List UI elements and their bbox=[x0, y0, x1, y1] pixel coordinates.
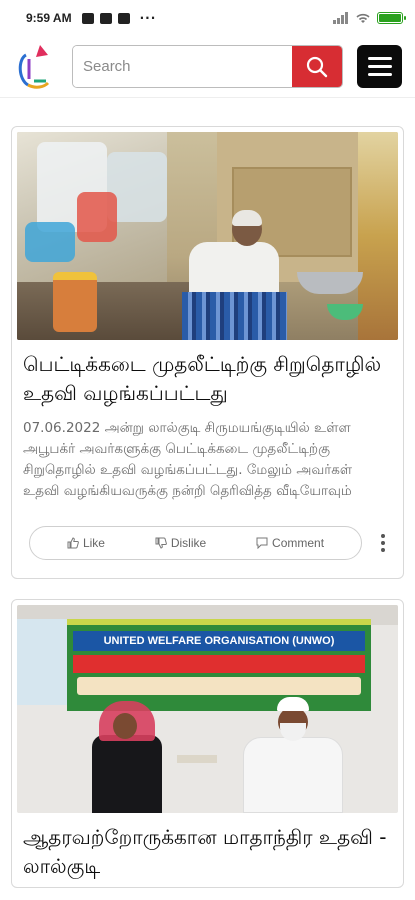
app-icon bbox=[117, 12, 130, 24]
app-header bbox=[0, 36, 415, 98]
post-card[interactable]: UNITED WELFARE ORGANISATION (UNWO) ஆதரவற… bbox=[11, 599, 404, 888]
status-bar: 9:59 AM ··· bbox=[0, 0, 415, 36]
vertical-dots-icon bbox=[381, 534, 385, 538]
hamburger-line bbox=[367, 57, 392, 60]
comment-button[interactable]: Comment bbox=[256, 536, 324, 550]
menu-button[interactable] bbox=[357, 45, 402, 88]
search-bar bbox=[72, 45, 343, 88]
more-options-button[interactable] bbox=[368, 534, 398, 552]
post-feed: பெட்டிக்கடை முதலீட்டிற்கு சிறுதொழில் உதவ… bbox=[0, 98, 415, 888]
post-title[interactable]: ஆதரவற்றோருக்கான மாதாந்திர உதவி - லால்குட… bbox=[17, 813, 398, 887]
dislike-button[interactable]: Dislike bbox=[155, 536, 206, 550]
thumbs-down-icon bbox=[155, 537, 167, 549]
status-left: 9:59 AM ··· bbox=[26, 11, 156, 25]
more-notifications-icon: ··· bbox=[139, 11, 157, 25]
comment-icon bbox=[256, 537, 268, 549]
signal-icon bbox=[333, 12, 348, 24]
status-right bbox=[333, 12, 406, 24]
post-image[interactable]: UNITED WELFARE ORGANISATION (UNWO) bbox=[17, 605, 398, 813]
thumbs-up-icon bbox=[67, 537, 79, 549]
search-icon bbox=[306, 56, 328, 77]
message-icon bbox=[81, 12, 94, 24]
hamburger-line bbox=[367, 73, 392, 76]
notification-icon bbox=[99, 12, 112, 24]
hamburger-line bbox=[367, 65, 392, 68]
reaction-pill: Like Dislike Comment bbox=[29, 526, 362, 560]
comment-label: Comment bbox=[272, 536, 325, 550]
dislike-label: Dislike bbox=[170, 536, 207, 550]
wifi-icon bbox=[356, 13, 370, 23]
post-card[interactable]: பெட்டிக்கடை முதலீட்டிற்கு சிறுதொழில் உதவ… bbox=[11, 126, 404, 579]
search-input[interactable] bbox=[73, 46, 292, 87]
search-button[interactable] bbox=[292, 46, 342, 87]
app-logo[interactable] bbox=[14, 43, 54, 91]
post-image[interactable] bbox=[17, 132, 398, 340]
like-label: Like bbox=[82, 536, 105, 550]
like-button[interactable]: Like bbox=[67, 536, 105, 550]
post-description: 07.06.2022 அன்று லால்குடி சிருமயங்குடியி… bbox=[23, 420, 353, 499]
banner-text: UNITED WELFARE ORGANISATION (UNWO) bbox=[73, 631, 365, 651]
post-actions: Like Dislike Comment bbox=[17, 520, 398, 578]
status-time: 9:59 AM bbox=[26, 11, 72, 25]
post-title[interactable]: பெட்டிக்கடை முதலீட்டிற்கு சிறுதொழில் உதவ… bbox=[17, 340, 398, 414]
battery-icon bbox=[377, 12, 406, 24]
